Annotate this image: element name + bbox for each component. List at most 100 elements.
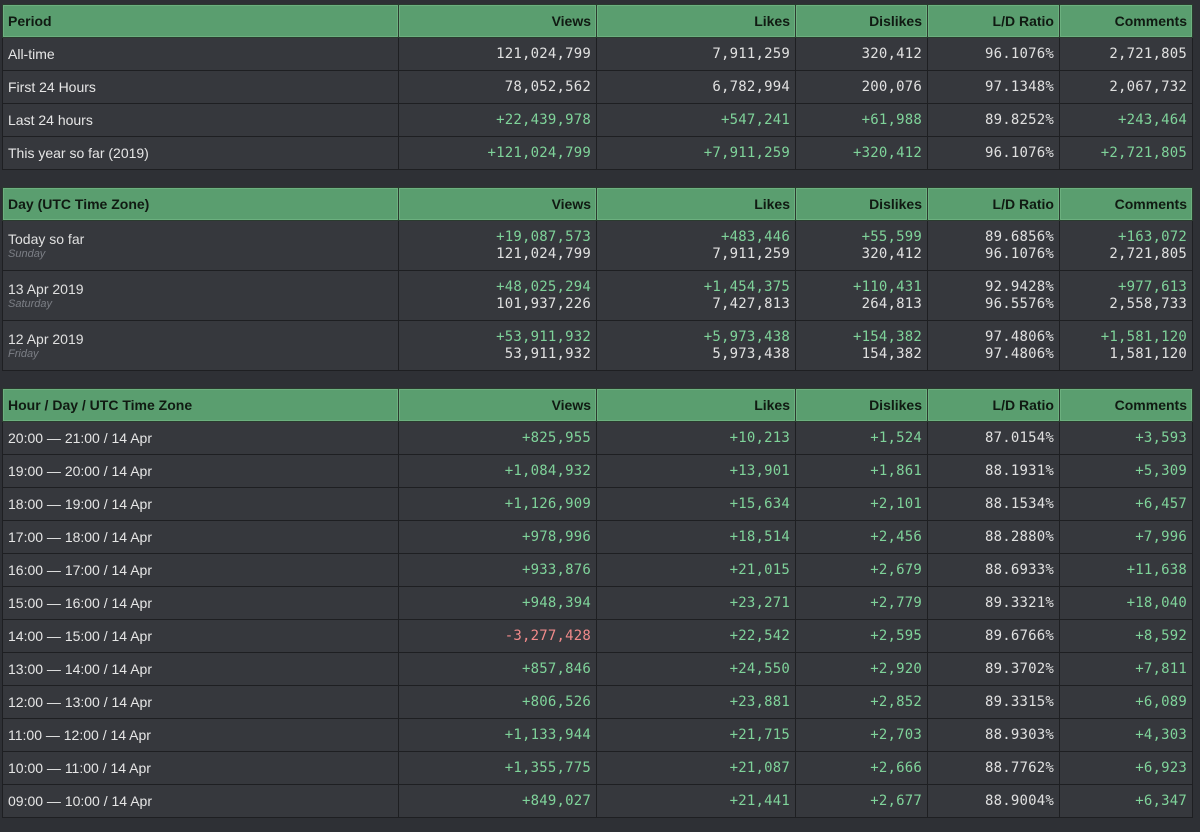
header-dislikes[interactable]: Dislikes — [795, 187, 928, 221]
day-table: Day (UTC Time Zone) Views Likes Dislikes… — [2, 187, 1193, 371]
ratio-day: 89.6856% — [984, 228, 1054, 245]
day-weekday: Sunday — [8, 247, 46, 260]
table-row: 16:00 — 17:00 / 14 Apr +933,876 +21,015 +2,… — [2, 553, 1193, 587]
table-row: Last 24 hours +22,439,978 +547,241 +61,988 8… — [2, 103, 1193, 137]
likes-cell: +5,973,438 5,973,438 — [596, 320, 796, 371]
dislikes-total: 154,382 — [861, 345, 922, 362]
header-dislikes[interactable]: Dislikes — [795, 4, 928, 38]
row-label: 10:00 — 11:00 / 14 Apr — [2, 751, 399, 785]
row-label: 11:00 — 12:00 / 14 Apr — [2, 718, 399, 752]
views-delta: +48,025,294 — [496, 278, 591, 295]
hour-table-header: Hour / Day / UTC Time Zone Views Likes D… — [2, 388, 1193, 422]
row-label: All-time — [2, 37, 399, 71]
table-row: This year so far (2019) +121,024,799 +7,91… — [2, 136, 1193, 170]
views-delta: +53,911,932 — [496, 328, 591, 345]
comments-cell: +6,089 — [1059, 685, 1193, 719]
views-cell: +857,846 — [398, 652, 597, 686]
likes-cell: +15,634 — [596, 487, 796, 521]
views-cell: +806,526 — [398, 685, 597, 719]
header-comments[interactable]: Comments — [1059, 388, 1193, 422]
likes-cell: +24,550 — [596, 652, 796, 686]
header-ld-ratio[interactable]: L/D Ratio — [927, 4, 1060, 38]
header-likes[interactable]: Likes — [596, 187, 796, 221]
row-label: 20:00 — 21:00 / 14 Apr — [2, 421, 399, 455]
header-hour[interactable]: Hour / Day / UTC Time Zone — [2, 388, 399, 422]
dislikes-cell: +2,852 — [795, 685, 928, 719]
views-cell: +825,955 — [398, 421, 597, 455]
dislikes-cell: +110,431 264,813 — [795, 270, 928, 321]
comments-cell: +977,613 2,558,733 — [1059, 270, 1193, 321]
row-label: First 24 Hours — [2, 70, 399, 104]
row-label: 17:00 — 18:00 / 14 Apr — [2, 520, 399, 554]
table-row: 14:00 — 15:00 / 14 Apr -3,277,428 +22,542 +… — [2, 619, 1193, 653]
header-day[interactable]: Day (UTC Time Zone) — [2, 187, 399, 221]
dislikes-cell: +2,703 — [795, 718, 928, 752]
header-ld-ratio[interactable]: L/D Ratio — [927, 388, 1060, 422]
header-period[interactable]: Period — [2, 4, 399, 38]
comments-delta: +1,581,120 — [1100, 328, 1187, 345]
comments-cell: +7,996 — [1059, 520, 1193, 554]
ratio-total: 97.4806% — [984, 345, 1054, 362]
header-likes[interactable]: Likes — [596, 388, 796, 422]
comments-cell: +6,457 — [1059, 487, 1193, 521]
comments-cell: +18,040 — [1059, 586, 1193, 620]
row-label: 12:00 — 13:00 / 14 Apr — [2, 685, 399, 719]
likes-cell: +547,241 — [596, 103, 796, 137]
likes-cell: +21,441 — [596, 784, 796, 818]
table-row: 19:00 — 20:00 / 14 Apr +1,084,932 +13,901 +… — [2, 454, 1193, 488]
views-cell: -3,277,428 — [398, 619, 597, 653]
header-views[interactable]: Views — [398, 4, 597, 38]
ld-ratio-cell: 97.1348% — [927, 70, 1060, 104]
header-views[interactable]: Views — [398, 388, 597, 422]
table-row: 20:00 — 21:00 / 14 Apr +825,955 +10,213 +1,… — [2, 421, 1193, 455]
likes-cell: +21,087 — [596, 751, 796, 785]
dislikes-delta: +154,382 — [852, 328, 922, 345]
dislikes-cell: +55,599 320,412 — [795, 220, 928, 271]
likes-delta: +1,454,375 — [703, 278, 790, 295]
views-cell: +53,911,932 53,911,932 — [398, 320, 597, 371]
likes-cell: +23,271 — [596, 586, 796, 620]
header-dislikes[interactable]: Dislikes — [795, 388, 928, 422]
likes-cell: +22,542 — [596, 619, 796, 653]
table-row: 17:00 — 18:00 / 14 Apr +978,996 +18,514 +2,… — [2, 520, 1193, 554]
header-ld-ratio[interactable]: L/D Ratio — [927, 187, 1060, 221]
day-table-header: Day (UTC Time Zone) Views Likes Dislikes… — [2, 187, 1193, 221]
dislikes-cell: +2,677 — [795, 784, 928, 818]
hour-table: Hour / Day / UTC Time Zone Views Likes D… — [2, 388, 1193, 818]
header-comments[interactable]: Comments — [1059, 187, 1193, 221]
views-cell: 78,052,562 — [398, 70, 597, 104]
likes-cell: +483,446 7,911,259 — [596, 220, 796, 271]
table-row: First 24 Hours 78,052,562 6,782,994 200,076… — [2, 70, 1193, 104]
row-label: 09:00 — 10:00 / 14 Apr — [2, 784, 399, 818]
row-label: 15:00 — 16:00 / 14 Apr — [2, 586, 399, 620]
row-label: This year so far (2019) — [2, 136, 399, 170]
dislikes-cell: +1,861 — [795, 454, 928, 488]
row-label: 13:00 — 14:00 / 14 Apr — [2, 652, 399, 686]
comments-cell: +3,593 — [1059, 421, 1193, 455]
table-row: 10:00 — 11:00 / 14 Apr +1,355,775 +21,087 +… — [2, 751, 1193, 785]
ld-ratio-cell: 88.6933% — [927, 553, 1060, 587]
views-cell: +948,394 — [398, 586, 597, 620]
day-weekday: Friday — [8, 347, 39, 360]
ratio-total: 96.5576% — [984, 295, 1054, 312]
row-label: 19:00 — 20:00 / 14 Apr — [2, 454, 399, 488]
day-label-cell: 13 Apr 2019 Saturday — [2, 270, 399, 321]
comments-cell: +243,464 — [1059, 103, 1193, 137]
day-label-cell: 12 Apr 2019 Friday — [2, 320, 399, 371]
comments-total: 2,558,733 — [1109, 295, 1187, 312]
comments-cell: +6,347 — [1059, 784, 1193, 818]
ld-ratio-cell: 89.6766% — [927, 619, 1060, 653]
header-views[interactable]: Views — [398, 187, 597, 221]
header-comments[interactable]: Comments — [1059, 4, 1193, 38]
header-likes[interactable]: Likes — [596, 4, 796, 38]
likes-delta: +5,973,438 — [703, 328, 790, 345]
likes-total: 7,911,259 — [712, 245, 790, 262]
dislikes-cell: +2,101 — [795, 487, 928, 521]
table-row: 15:00 — 16:00 / 14 Apr +948,394 +23,271 +2,… — [2, 586, 1193, 620]
views-cell: +1,126,909 — [398, 487, 597, 521]
ld-ratio-cell: 89.8252% — [927, 103, 1060, 137]
likes-cell: +21,015 — [596, 553, 796, 587]
day-label-cell: Today so far Sunday — [2, 220, 399, 271]
dislikes-cell: +320,412 — [795, 136, 928, 170]
comments-cell: 2,067,732 — [1059, 70, 1193, 104]
